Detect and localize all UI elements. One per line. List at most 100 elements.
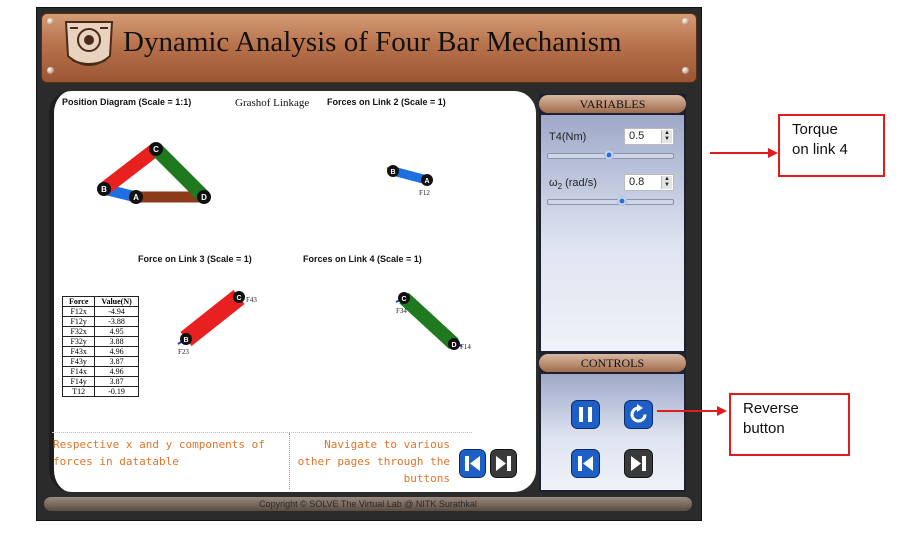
table-row: F43x 4.96 <box>61 346 139 357</box>
force-value-cell: 3.88 <box>94 336 139 347</box>
w2-spinner[interactable]: 0.8 ▲ ▼ <box>624 174 674 191</box>
link4-force-diagram: C D F34 F14 <box>395 292 471 351</box>
table-row: F32y 3.88 <box>61 336 139 347</box>
force-name-cell: F32x <box>61 326 96 337</box>
notes-divider <box>289 433 290 489</box>
table-note: Respective x and y components of forces … <box>53 436 265 470</box>
force-value-cell: 3.87 <box>94 356 139 367</box>
force-f23-label: F23 <box>178 348 189 356</box>
w2-slider-thumb[interactable] <box>616 196 627 206</box>
column-header: Value(N) <box>94 296 139 307</box>
force-name-cell: F14x <box>61 366 96 377</box>
torque-callout: Torque on link 4 <box>778 114 885 177</box>
force-table: Force Value(N) F12x -4.94 F12y -3.88 F32x 4… <box>61 296 139 397</box>
position-diagram-label: Position Diagram (Scale = 1:1) <box>62 97 192 107</box>
w2-label: ω2 (rad/s) <box>549 177 597 191</box>
link3-forces-label: Force on Link 3 (Scale = 1) <box>138 254 252 264</box>
joint-d-label: D <box>451 342 456 349</box>
joint-b-label: B <box>390 169 395 176</box>
column-header: Force <box>61 296 96 307</box>
force-value-cell: 3.87 <box>94 376 139 387</box>
rivet-icon <box>682 67 689 74</box>
next-page-button[interactable] <box>490 449 517 478</box>
copyright-footer: Copyright © SOLVE The Virtual Lab @ NITK… <box>44 497 692 511</box>
force-value-cell: 4.95 <box>94 326 139 337</box>
pause-button[interactable] <box>571 400 600 429</box>
linkage-type-label: Grashof Linkage <box>235 97 310 109</box>
callout-line: Reverse <box>743 400 799 417</box>
table-note-line: forces in datatable <box>53 455 179 468</box>
callout-line: button <box>743 420 785 437</box>
callout-line: on link 4 <box>792 141 848 158</box>
force-value-cell: 4.96 <box>94 346 139 357</box>
t4-value: 0.5 <box>629 130 645 142</box>
force-value-cell: -0.19 <box>94 386 139 397</box>
link4-body <box>399 292 459 350</box>
joint-b-label: B <box>101 185 107 194</box>
force-f34-label: F34 <box>396 307 407 315</box>
force-name-cell: F12x <box>61 306 96 317</box>
nitk-logo-icon <box>64 21 114 66</box>
rivet-icon <box>47 67 54 74</box>
torque-arrow-icon <box>710 148 778 158</box>
page-title: Dynamic Analysis of Four Bar Mechanism <box>123 26 622 58</box>
force-name-cell: F14y <box>61 376 96 387</box>
force-name-cell: T12 <box>61 386 96 397</box>
variables-title: VARIABLES <box>579 97 646 111</box>
nav-note: Navigate to various other pages through … <box>292 436 450 487</box>
nav-note-line: Navigate to various <box>324 438 450 451</box>
notes-divider <box>52 432 472 433</box>
spinner-arrows-icon[interactable]: ▲ ▼ <box>661 176 672 189</box>
joint-d-label: D <box>201 193 207 202</box>
table-header-row: Force Value(N) <box>61 296 139 307</box>
copyright-text: Copyright © SOLVE The Virtual Lab @ NITK… <box>259 499 477 509</box>
prev-page-button[interactable] <box>459 449 486 478</box>
rivet-icon <box>47 18 54 25</box>
position-diagram: A B C D <box>97 142 211 204</box>
step-backward-button[interactable] <box>571 449 600 478</box>
force-f12-label: F12 <box>419 189 430 197</box>
t4-spinner[interactable]: 0.5 ▲ ▼ <box>624 128 674 145</box>
link2-force-diagram: B A F12 <box>386 165 433 197</box>
t4-label: T4(Nm) <box>549 131 587 143</box>
reverse-arrow-icon <box>657 406 727 416</box>
link-coupler <box>99 143 161 195</box>
link3-body <box>180 289 245 347</box>
table-row: F12x -4.94 <box>61 306 139 317</box>
joint-a-label: A <box>424 178 429 185</box>
controls-panel <box>541 374 684 490</box>
table-row: F14y 3.87 <box>61 376 139 387</box>
force-f14-label: F14 <box>460 343 471 351</box>
link2-forces-label: Forces on Link 2 (Scale = 1) <box>327 97 446 107</box>
controls-panel-header: CONTROLS <box>539 354 686 372</box>
callout-line: Torque <box>792 121 838 138</box>
reverse-button[interactable] <box>624 400 653 429</box>
force-value-cell: 4.96 <box>94 366 139 377</box>
link3-force-diagram: C B F43 F23 <box>177 289 257 356</box>
w2-slider[interactable] <box>547 196 674 206</box>
spinner-arrows-icon[interactable]: ▲ ▼ <box>661 130 672 143</box>
joint-c-label: C <box>401 296 406 303</box>
force-name-cell: F43y <box>61 356 96 367</box>
table-note-line: Respective x and y components of <box>53 438 265 451</box>
rivet-icon <box>682 18 689 25</box>
force-name-cell: F43x <box>61 346 96 357</box>
step-forward-button[interactable] <box>624 449 653 478</box>
t4-slider-thumb[interactable] <box>604 150 615 160</box>
joint-a-label: A <box>133 193 139 202</box>
table-row: F32x 4.95 <box>61 326 139 337</box>
joint-b-label: B <box>183 337 188 344</box>
table-row: F14x 4.96 <box>61 366 139 377</box>
link4-forces-label: Forces on Link 4 (Scale = 1) <box>303 254 422 264</box>
force-f43-label: F43 <box>246 296 257 304</box>
w2-value: 0.8 <box>629 176 645 188</box>
link-rocker <box>151 144 209 202</box>
force-name-cell: F32y <box>61 336 96 347</box>
w2-unit: (rad/s) <box>562 177 597 189</box>
controls-title: CONTROLS <box>580 356 645 370</box>
force-value-cell: -4.94 <box>94 306 139 317</box>
reverse-callout: Reverse button <box>729 393 850 456</box>
nav-note-line: other pages through the <box>297 455 450 468</box>
t4-slider[interactable] <box>547 150 674 160</box>
joint-c-label: C <box>153 145 159 154</box>
